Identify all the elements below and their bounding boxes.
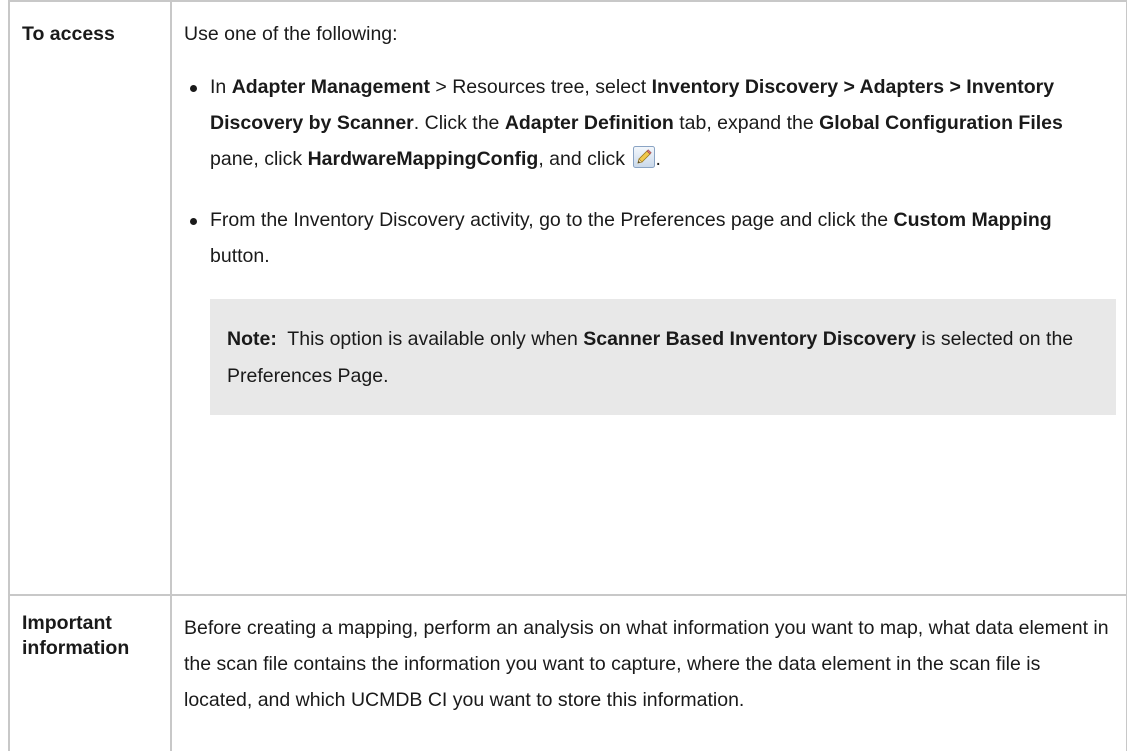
intro-text: Use one of the following: <box>184 23 398 45</box>
row-content-to-access: Use one of the following: In Adapter Man… <box>170 0 1127 596</box>
info-table: To access Use one of the following: In A… <box>8 0 1127 751</box>
note-box: Note: This option is available only when… <box>210 299 1116 415</box>
list-item-adapter-management: In Adapter Management > Resources tree, … <box>184 69 1114 177</box>
bullet-icon <box>190 85 197 92</box>
row-label-important-information: Important information <box>8 594 172 751</box>
pencil-edit-icon <box>633 144 656 168</box>
table-row-important-information: Important information Before creating a … <box>8 594 1127 751</box>
row-content-important-information: Before creating a mapping, perform an an… <box>170 594 1127 751</box>
table-row-to-access: To access Use one of the following: In A… <box>8 0 1127 596</box>
bullet-icon <box>190 218 197 225</box>
access-methods-list: In Adapter Management > Resources tree, … <box>184 69 1114 274</box>
row-label-to-access: To access <box>8 0 172 596</box>
list-item-inventory-discovery: From the Inventory Discovery activity, g… <box>184 202 1114 274</box>
note-label: Note: <box>227 328 277 350</box>
